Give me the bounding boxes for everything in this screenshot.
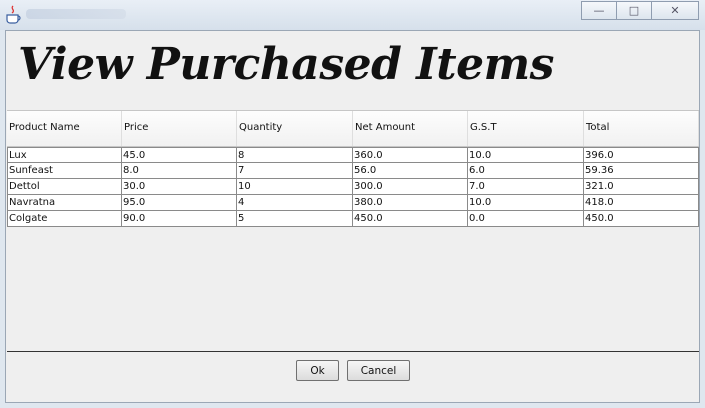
close-icon[interactable]: ✕ [651,1,699,20]
table-cell[interactable]: 450.0 [353,211,468,226]
cancel-button[interactable]: Cancel [347,360,410,381]
table-cell[interactable]: 95.0 [122,195,237,210]
table-cell[interactable]: 7 [237,163,353,178]
java-coffee-icon [6,5,21,24]
table-cell[interactable]: 90.0 [122,211,237,226]
column-header[interactable]: Product Name [7,111,122,146]
table-row[interactable]: Sunfeast 8.0 7 56.0 6.0 59.36 [7,163,699,179]
table-cell[interactable]: 8 [237,148,353,163]
table-cell[interactable]: 45.0 [122,148,237,163]
table-cell[interactable]: 8.0 [122,163,237,178]
column-header[interactable]: Total [584,111,699,146]
page-title: View Purchased Items [18,39,554,90]
minimize-icon[interactable]: — [581,1,617,20]
table-cell[interactable]: 6.0 [468,163,584,178]
table-cell[interactable]: 418.0 [584,195,699,210]
table-cell[interactable]: 4 [237,195,353,210]
table-cell[interactable]: 0.0 [468,211,584,226]
table-cell[interactable]: 300.0 [353,179,468,194]
purchased-items-table: Product Name Price Quantity Net Amount G.S.T… [7,110,699,352]
column-header[interactable]: Net Amount [353,111,468,146]
table-cell[interactable]: 5 [237,211,353,226]
ok-button[interactable]: Ok [296,360,339,381]
table-cell[interactable]: Colgate [7,211,122,226]
title-bar[interactable]: — □ ✕ [0,0,705,30]
table-cell[interactable]: 396.0 [584,148,699,163]
table-body: Lux 45.0 8 360.0 10.0 396.0 Sunfeast 8.0 7 56.0 6.… [7,147,699,227]
table-cell[interactable]: 10.0 [468,148,584,163]
table-cell[interactable]: 450.0 [584,211,699,226]
maximize-icon[interactable]: □ [616,1,652,20]
window-controls: — □ ✕ [581,1,699,20]
dialog-content: View Purchased Items Product Name Price Qu… [5,30,700,403]
table-cell[interactable]: 10 [237,179,353,194]
table-row[interactable]: Navratna 95.0 4 380.0 10.0 418.0 [7,195,699,211]
table-cell[interactable]: Lux [7,148,122,163]
table-cell[interactable]: Sunfeast [7,163,122,178]
button-bar: Ok Cancel [6,359,699,383]
table-cell[interactable]: 56.0 [353,163,468,178]
column-header[interactable]: Price [122,111,237,146]
table-cell[interactable]: Dettol [7,179,122,194]
window-title [26,9,126,19]
table-row[interactable]: Lux 45.0 8 360.0 10.0 396.0 [7,147,699,163]
table-cell[interactable]: 30.0 [122,179,237,194]
column-header[interactable]: G.S.T [468,111,584,146]
table-cell[interactable]: 10.0 [468,195,584,210]
divider [7,351,699,352]
column-header[interactable]: Quantity [237,111,353,146]
table-row[interactable]: Dettol 30.0 10 300.0 7.0 321.0 [7,179,699,195]
table-cell[interactable]: 360.0 [353,148,468,163]
table-cell[interactable]: 380.0 [353,195,468,210]
table-cell[interactable]: 7.0 [468,179,584,194]
table-cell[interactable]: 321.0 [584,179,699,194]
table-cell[interactable]: 59.36 [584,163,699,178]
table-header: Product Name Price Quantity Net Amount G.S.T… [7,111,699,147]
table-row[interactable]: Colgate 90.0 5 450.0 0.0 450.0 [7,211,699,227]
table-cell[interactable]: Navratna [7,195,122,210]
